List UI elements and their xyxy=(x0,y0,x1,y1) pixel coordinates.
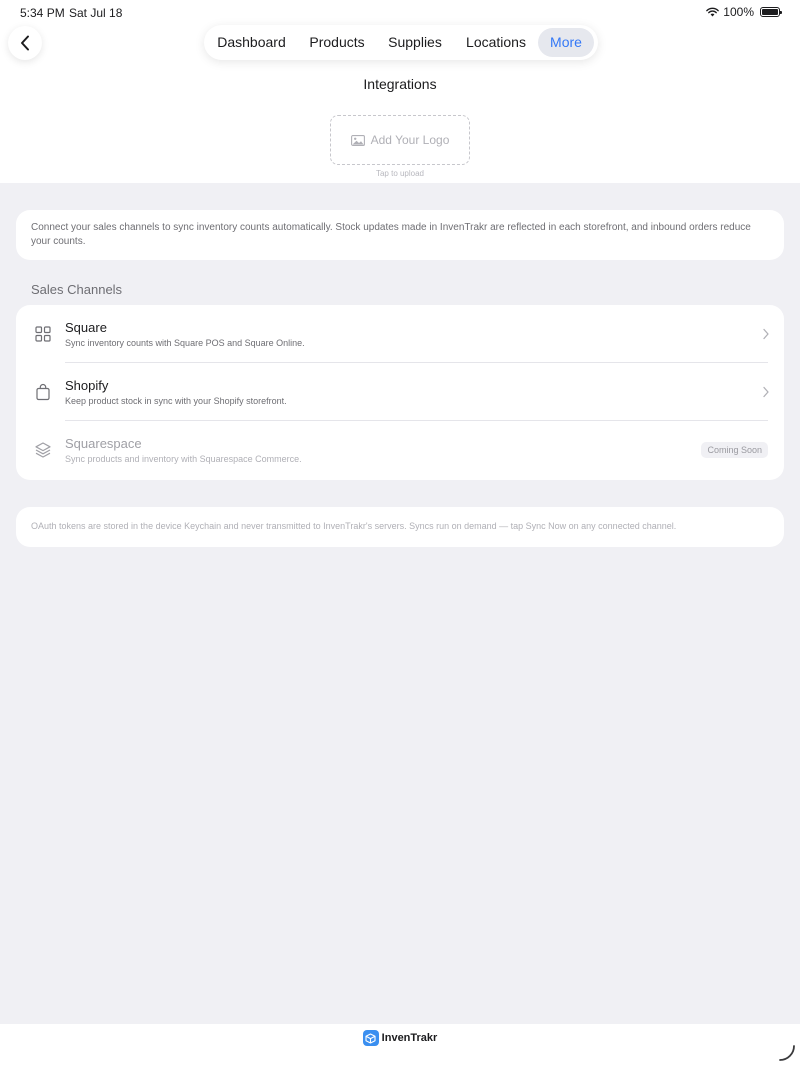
battery-percent: 100% xyxy=(723,5,754,19)
page-title: Integrations xyxy=(363,76,437,92)
brand-name: InvenTrakr xyxy=(381,1032,438,1044)
battery-icon xyxy=(760,7,782,17)
logo-hint: Tap to upload xyxy=(375,169,425,178)
tab-dashboard[interactable]: Dashboard xyxy=(210,28,293,57)
chevron-right-icon xyxy=(763,328,769,340)
channel-title: Square xyxy=(65,320,107,335)
top-tab-bar: Dashboard Products Supplies Locations Mo… xyxy=(204,25,598,60)
channel-row-square[interactable]: Square Sync inventory counts with Square… xyxy=(16,305,784,363)
bottom-brand-bar: InvenTrakr xyxy=(0,1024,800,1067)
chevron-right-icon xyxy=(763,386,769,398)
back-button[interactable] xyxy=(8,26,42,60)
tab-products[interactable]: Products xyxy=(300,28,374,57)
intro-card: Connect your sales channels to sync inve… xyxy=(16,210,784,260)
chevron-left-icon xyxy=(21,35,29,51)
channel-title: Squarespace xyxy=(65,436,142,451)
layers-icon xyxy=(35,442,51,458)
intro-text: Connect your sales channels to sync inve… xyxy=(31,222,751,247)
shopping-bag-icon xyxy=(36,383,50,401)
tab-more[interactable]: More xyxy=(538,28,594,57)
channel-subtitle: Sync inventory counts with Square POS an… xyxy=(65,338,305,348)
brand-logo: InvenTrakr xyxy=(0,1030,800,1046)
corner-handle-icon xyxy=(779,1045,795,1061)
wifi-icon xyxy=(706,7,720,17)
channel-subtitle: Keep product stock in sync with your Sho… xyxy=(65,396,287,406)
privacy-note-text: OAuth tokens are stored in the device Ke… xyxy=(31,521,677,531)
grid-icon xyxy=(35,326,51,342)
add-logo-label: Add Your Logo xyxy=(370,133,450,147)
add-logo-button[interactable]: Add Your Logo xyxy=(330,115,470,165)
channel-row-squarespace: Squarespace Sync products and inventory … xyxy=(16,421,784,479)
status-date: Sat Jul 18 xyxy=(69,6,123,20)
box-icon xyxy=(362,1030,379,1046)
tab-supplies[interactable]: Supplies xyxy=(381,28,449,57)
sales-channels-list: Square Sync inventory counts with Square… xyxy=(16,305,784,480)
tab-locations[interactable]: Locations xyxy=(459,28,533,57)
channel-title: Shopify xyxy=(65,378,109,393)
section-header-sales-channels: Sales Channels xyxy=(31,282,123,297)
status-time: 5:34 PM xyxy=(20,6,65,20)
status-indicators: 100% xyxy=(706,5,782,19)
privacy-note-card: OAuth tokens are stored in the device Ke… xyxy=(16,507,784,547)
header-area: 5:34 PM Sat Jul 18 100% Dashboard Produc… xyxy=(0,0,800,183)
channel-subtitle: Sync products and inventory with Squares… xyxy=(65,454,302,464)
status-bar: 5:34 PM Sat Jul 18 100% xyxy=(0,0,800,26)
coming-soon-badge: Coming Soon xyxy=(701,442,768,458)
image-icon xyxy=(350,134,365,146)
channel-row-shopify[interactable]: Shopify Keep product stock in sync with … xyxy=(16,363,784,421)
